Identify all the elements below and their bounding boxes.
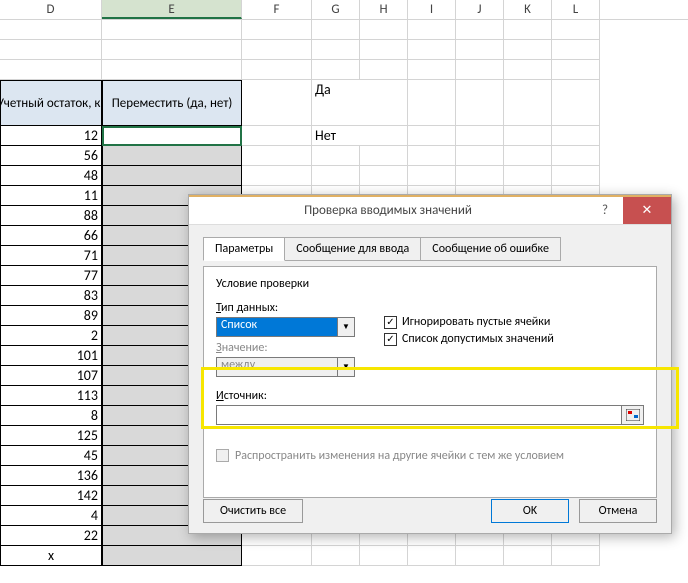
type-combo[interactable]: Список ▼ xyxy=(216,317,366,337)
close-button[interactable]: ✕ xyxy=(623,197,671,224)
cancel-button[interactable]: Отмена xyxy=(579,499,657,523)
chevron-down-icon[interactable]: ▼ xyxy=(338,317,355,337)
propagate-checkbox: Распространить изменения на другие ячейк… xyxy=(216,449,644,463)
tab-parameters[interactable]: Параметры xyxy=(203,237,285,261)
clear-all-button[interactable]: Очистить все xyxy=(203,499,303,523)
cell-D[interactable]: 8 xyxy=(0,406,102,426)
ok-button[interactable]: OK xyxy=(491,499,569,523)
chevron-down-icon: ▼ xyxy=(338,357,355,377)
range-picker-button[interactable] xyxy=(622,405,644,425)
source-label: Источник: xyxy=(216,389,644,403)
cell-E[interactable] xyxy=(102,546,242,566)
type-value: Список xyxy=(216,317,338,337)
table-header-row: Учетный остаток, кг Переместить (да, нет… xyxy=(0,80,688,126)
cell-D[interactable]: 48 xyxy=(0,166,102,186)
cell-D[interactable]: 136 xyxy=(0,466,102,486)
cell-D[interactable]: 125 xyxy=(0,426,102,446)
cell[interactable] xyxy=(242,80,312,126)
checkbox-icon xyxy=(384,316,397,329)
cell-D[interactable]: 4 xyxy=(0,506,102,526)
value-label: Значение: xyxy=(216,341,366,355)
source-input[interactable] xyxy=(216,405,622,425)
ignore-blank-checkbox[interactable]: Игнорировать пустые ячейки xyxy=(384,315,554,329)
list-values-label: Список допустимых значений xyxy=(402,332,554,346)
cell-D[interactable]: 66 xyxy=(0,226,102,246)
cell-D[interactable]: 12 xyxy=(0,126,102,146)
tab-error-message[interactable]: Сообщение об ошибке xyxy=(420,237,561,261)
cell-D[interactable]: 45 xyxy=(0,446,102,466)
type-label: Тип данных: xyxy=(216,301,366,315)
cell-D[interactable]: 88 xyxy=(0,206,102,226)
dialog-tabs: Параметры Сообщение для ввода Сообщение … xyxy=(203,237,657,261)
table-header-D[interactable]: Учетный остаток, кг xyxy=(0,80,102,126)
checkbox-icon xyxy=(216,449,229,462)
list-values-checkbox[interactable]: Список допустимых значений xyxy=(384,332,554,346)
value-combo: между ▼ xyxy=(216,357,366,377)
dialog-titlebar[interactable]: Проверка вводимых значений ? ✕ xyxy=(189,195,671,225)
cell-E[interactable] xyxy=(102,146,242,166)
cell[interactable]: Да xyxy=(312,80,360,126)
col-header-K[interactable]: K xyxy=(504,0,552,19)
tab-panel-parameters: Условие проверки Тип данных: Список ▼ Зн… xyxy=(203,266,657,498)
validation-group-label: Условие проверки xyxy=(216,277,644,291)
cell-D[interactable]: 77 xyxy=(0,266,102,286)
col-header-F[interactable]: F xyxy=(242,0,312,19)
dialog-title: Проверка вводимых значений xyxy=(189,203,587,218)
cell-D[interactable]: 89 xyxy=(0,306,102,326)
cell[interactable]: Нет xyxy=(312,126,360,146)
cell-D[interactable]: 142 xyxy=(0,486,102,506)
range-picker-icon xyxy=(626,409,640,421)
cell-D[interactable]: x xyxy=(0,546,102,566)
cell-D[interactable]: 2 xyxy=(0,326,102,346)
data-validation-dialog: Проверка вводимых значений ? ✕ Параметры… xyxy=(188,194,672,534)
cell-D[interactable]: 107 xyxy=(0,366,102,386)
column-headers: D E F G H I J K L xyxy=(0,0,688,20)
value-value: между xyxy=(216,357,338,377)
cell-D[interactable]: 11 xyxy=(0,186,102,206)
cell-D[interactable]: 56 xyxy=(0,146,102,166)
col-header-D[interactable]: D xyxy=(0,0,102,19)
col-header-I[interactable]: I xyxy=(408,0,456,19)
cell-D[interactable]: 71 xyxy=(0,246,102,266)
cell-D[interactable]: 83 xyxy=(0,286,102,306)
checkbox-icon xyxy=(384,333,397,346)
close-icon: ✕ xyxy=(642,203,653,218)
col-header-E[interactable]: E xyxy=(102,0,242,19)
help-button[interactable]: ? xyxy=(587,197,623,224)
selected-cell[interactable] xyxy=(102,126,242,146)
cell-D[interactable]: 101 xyxy=(0,346,102,366)
propagate-label: Распространить изменения на другие ячейк… xyxy=(235,449,564,463)
cell-D[interactable]: 113 xyxy=(0,386,102,406)
col-header-L[interactable]: L xyxy=(552,0,600,19)
col-header-G[interactable]: G xyxy=(312,0,360,19)
col-header-J[interactable]: J xyxy=(456,0,504,19)
col-header-H[interactable]: H xyxy=(360,0,408,19)
table-row: 12 Нет xyxy=(0,126,688,146)
tab-input-message[interactable]: Сообщение для ввода xyxy=(284,237,421,261)
cell-E[interactable] xyxy=(102,166,242,186)
table-header-E[interactable]: Переместить (да, нет) xyxy=(102,80,242,126)
cell-D[interactable]: 22 xyxy=(0,526,102,546)
ignore-blank-label: Игнорировать пустые ячейки xyxy=(402,315,550,329)
